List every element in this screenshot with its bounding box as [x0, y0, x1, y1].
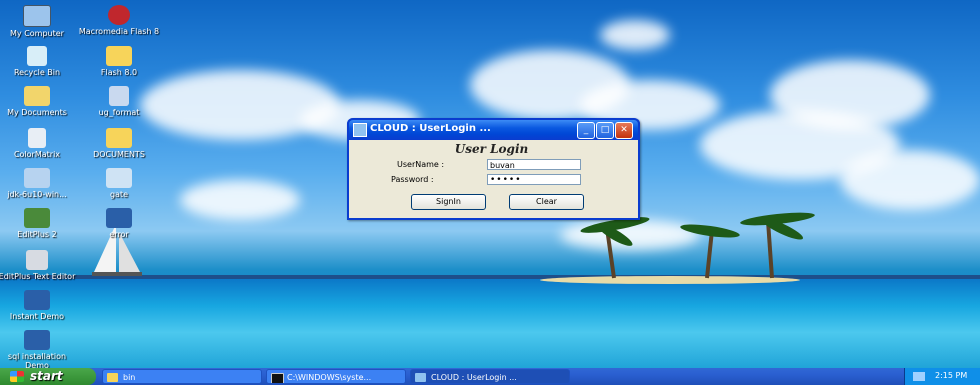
taskbar-item-cloud-userlogin[interactable]: CLOUD : UserLogin ... — [410, 369, 570, 384]
taskbar-item-bin[interactable]: bin — [102, 369, 262, 384]
taskbar: start bin C:\WINDOWS\syste... CLOUD : Us… — [0, 368, 980, 385]
desktop-icon-colormatrix[interactable]: ColorMatrix — [0, 128, 78, 159]
desktop-icon-sql-installation[interactable]: sql installation Demo — [0, 330, 78, 370]
taskbar-item-cmd[interactable]: C:\WINDOWS\syste... — [266, 369, 406, 384]
instant-demo-icon — [24, 330, 50, 350]
desktop-icon-flash80[interactable]: Flash 8.0 — [78, 46, 160, 77]
desktop-icon-editplus-text-editor[interactable]: EditPlus Text Editor — [0, 250, 78, 281]
flash-icon — [108, 5, 130, 25]
computer-icon — [23, 5, 51, 27]
username-label: UserName : — [397, 160, 445, 169]
app-icon — [353, 123, 367, 137]
installer-icon — [24, 168, 50, 188]
console-icon — [271, 373, 284, 383]
signin-button[interactable]: SignIn — [411, 194, 486, 210]
start-button[interactable]: start — [0, 368, 96, 385]
icon-label: Macromedia Flash 8 — [78, 27, 160, 36]
system-tray: 2:15 PM — [904, 368, 980, 385]
folder-icon — [107, 373, 118, 382]
desktop-icon-editplus2[interactable]: EditPlus 2 — [0, 208, 78, 239]
instant-demo-icon — [106, 208, 132, 228]
file-icon — [28, 128, 46, 148]
desktop-icon-recycle-bin[interactable]: Recycle Bin — [0, 46, 78, 77]
desktop-icon-my-computer[interactable]: My Computer — [0, 5, 78, 38]
desktop-icon-error[interactable]: error — [78, 208, 160, 239]
start-label: start — [30, 369, 63, 383]
maximize-button[interactable]: □ — [596, 122, 614, 139]
desktop-icon-instant-demo[interactable]: Instant Demo — [0, 290, 78, 321]
shortcut-icon — [106, 168, 132, 188]
password-label: Password : — [391, 175, 434, 184]
recycle-bin-icon — [27, 46, 47, 66]
close-button[interactable]: ✕ — [615, 122, 633, 139]
instant-demo-icon — [24, 290, 50, 310]
island — [540, 276, 800, 284]
desktop-icon-gate[interactable]: gate — [78, 168, 160, 199]
window-title: CLOUD : UserLogin ... — [370, 123, 491, 134]
form-heading: User Login — [454, 142, 529, 156]
editor-icon — [26, 250, 48, 270]
folder-icon — [24, 86, 50, 106]
desktop-icon-documents[interactable]: DOCUMENTS — [78, 128, 160, 159]
clock[interactable]: 2:15 PM — [935, 371, 967, 380]
password-field[interactable]: ••••• — [487, 174, 581, 185]
clear-button[interactable]: Clear — [509, 194, 584, 210]
document-icon — [109, 86, 129, 106]
folder-icon — [106, 128, 132, 148]
desktop-icon-flash8[interactable]: Macromedia Flash 8 — [78, 5, 160, 36]
desktop-icon-jdk[interactable]: jdk-6u10-win... — [0, 168, 78, 199]
username-field[interactable]: buvan — [487, 159, 581, 170]
task-label: bin — [123, 373, 136, 382]
editplus-icon — [24, 208, 50, 228]
task-label: CLOUD : UserLogin ... — [431, 373, 517, 382]
network-icon[interactable] — [913, 372, 925, 381]
window-body: User Login UserName : buvan Password : •… — [349, 140, 634, 216]
desktop-icon-my-documents[interactable]: My Documents — [0, 86, 78, 117]
folder-icon — [106, 46, 132, 66]
task-label: C:\WINDOWS\syste... — [287, 373, 372, 382]
window-titlebar[interactable]: CLOUD : UserLogin ... _ □ ✕ — [347, 118, 640, 140]
icon-label: EditPlus Text Editor — [0, 272, 76, 281]
app-icon — [415, 373, 426, 382]
windows-logo-icon — [10, 371, 24, 382]
login-window: CLOUD : UserLogin ... _ □ ✕ User Login U… — [347, 118, 640, 220]
desktop-icon-ug-format[interactable]: ug_format — [78, 86, 160, 117]
minimize-button[interactable]: _ — [577, 122, 595, 139]
